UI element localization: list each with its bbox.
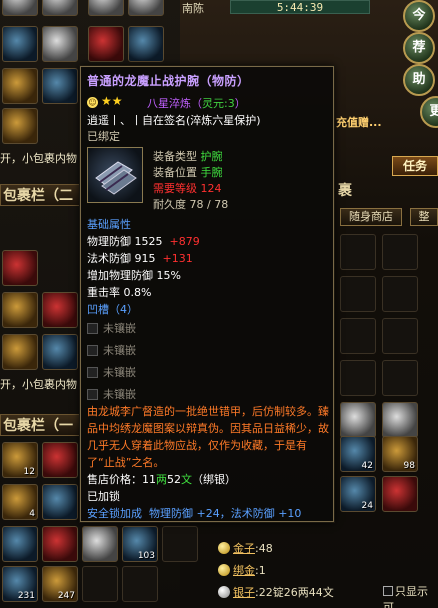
inventory-slot[interactable]	[42, 526, 78, 562]
empty-socket-icon	[87, 345, 98, 356]
inventory-slot[interactable]: 98	[382, 436, 418, 472]
gold-display: 金子:48	[218, 540, 273, 556]
silver-display: 银子:22锭26两44文	[218, 584, 334, 600]
attr-crit-rate: 重击率 0.8%	[87, 286, 152, 299]
socket-slot: 未镶嵌	[87, 364, 136, 380]
inventory-slot[interactable]	[382, 234, 418, 270]
inventory-slot[interactable]	[340, 318, 376, 354]
inventory-slot[interactable]	[2, 334, 38, 370]
inventory-slot[interactable]	[42, 26, 78, 62]
item-description: 由龙城李广督造的一批绝世错甲，后仿制较多。臻品中均绣龙魔图案以辩真伪。因其品日益…	[87, 405, 329, 469]
location-label: 南陈	[182, 2, 204, 15]
inventory-slot[interactable]	[82, 526, 118, 562]
inventory-slot[interactable]	[340, 234, 376, 270]
inventory-slot[interactable]: 12	[2, 442, 38, 478]
sockets-header: 凹槽（4）	[87, 303, 138, 316]
empty-socket-icon	[87, 367, 98, 378]
promo-text[interactable]: 充值赠...	[336, 114, 382, 130]
inventory-slot[interactable]	[88, 0, 124, 16]
right-bag-title: 裹	[338, 183, 352, 199]
inventory-slot[interactable]: 42	[340, 436, 376, 472]
inventory-slot[interactable]	[2, 292, 38, 328]
inventory-slot[interactable]	[42, 442, 78, 478]
bound-status: 已绑定	[87, 130, 120, 143]
inventory-slot[interactable]	[2, 0, 38, 16]
checkbox-icon[interactable]	[383, 586, 393, 596]
bag-title-1: 包裹栏（一	[0, 414, 80, 436]
side-button-today[interactable]: 今	[403, 0, 435, 32]
inventory-slot[interactable]	[128, 0, 164, 16]
silver-coin-icon	[218, 586, 230, 598]
socket-slot: 未镶嵌	[87, 386, 136, 402]
required-level-row: 需要等级 124	[153, 182, 222, 195]
side-button-help[interactable]: 助	[403, 64, 435, 96]
gold-coin-icon	[218, 542, 230, 554]
shop-tab[interactable]: 随身商店	[340, 208, 402, 226]
attr-extra-physical: 增加物理防御 15%	[87, 269, 181, 282]
bracer-item-icon	[87, 147, 143, 203]
inventory-slot[interactable]	[42, 68, 78, 104]
inventory-slot[interactable]	[2, 526, 38, 562]
inventory-slot[interactable]	[382, 276, 418, 312]
smiley-icon: ☺	[87, 97, 98, 108]
inventory-slot[interactable]	[42, 334, 78, 370]
base-attributes-header: 基础属性	[87, 218, 131, 231]
socket-slot: 未镶嵌	[87, 342, 136, 358]
item-name: 普通的龙魔止战护腕（物防）	[87, 74, 250, 88]
inventory-slot[interactable]	[382, 360, 418, 396]
filter-checkbox[interactable]: 只显示可	[383, 583, 438, 608]
inventory-slot[interactable]	[2, 250, 38, 286]
inventory-slot[interactable]	[88, 26, 124, 62]
inventory-slot[interactable]	[340, 360, 376, 396]
socket-slot: 未镶嵌	[87, 320, 136, 336]
item-signature: 逍遥丨、丨自在签名(淬炼六星保护)	[87, 114, 261, 127]
inventory-slot[interactable]	[162, 526, 198, 562]
item-stars: ☺ ★★	[87, 94, 123, 108]
bag-title-2: 包裹栏（二	[0, 184, 80, 206]
attr-physical-defense: 物理防御 1525 +879	[87, 235, 200, 248]
bound-gold-display: 绑金:1	[218, 562, 266, 578]
inventory-slot[interactable]: 247	[42, 566, 78, 602]
refine-level: 八星淬炼（灵元:3）	[147, 97, 246, 110]
inventory-slot[interactable]	[2, 68, 38, 104]
inventory-slot[interactable]: 4	[2, 484, 38, 520]
empty-socket-icon	[87, 323, 98, 334]
empty-socket-icon	[87, 389, 98, 400]
sort-tab[interactable]: 整	[410, 208, 438, 226]
equip-position-row: 装备位置 手腕	[153, 166, 223, 179]
lock-status: 已加锁	[87, 490, 120, 503]
inventory-slot[interactable]	[340, 276, 376, 312]
inventory-slot[interactable]	[42, 484, 78, 520]
inventory-slot[interactable]: 231	[2, 566, 38, 602]
inventory-slot[interactable]	[382, 476, 418, 512]
inventory-slot[interactable]	[128, 26, 164, 62]
inventory-slot[interactable]	[122, 566, 158, 602]
game-clock: 5:44:39	[230, 0, 370, 14]
attr-magic-defense: 法术防御 915 +131	[87, 252, 193, 265]
inventory-slot[interactable]	[2, 26, 38, 62]
inventory-slot[interactable]	[382, 402, 418, 438]
inventory-slot[interactable]: 24	[340, 476, 376, 512]
inventory-slot[interactable]	[42, 0, 78, 16]
inventory-slot[interactable]	[382, 318, 418, 354]
inventory-slot[interactable]	[42, 292, 78, 328]
equip-type-row: 装备类型 护腕	[153, 150, 223, 163]
inventory-slot[interactable]: 103	[122, 526, 158, 562]
inventory-slot[interactable]	[82, 566, 118, 602]
inventory-slot[interactable]	[340, 402, 376, 438]
task-button[interactable]: 任务	[392, 156, 438, 176]
item-tooltip: 普通的龙魔止战护腕（物防） ☺ ★★ 八星淬炼（灵元:3） 逍遥丨、丨自在签名(淬…	[80, 66, 334, 522]
gold-coin-icon	[218, 564, 230, 576]
system-message: 开，小包裹内物	[0, 378, 77, 391]
sell-price-row: 售店价格：11两52文（绑银）	[87, 473, 236, 486]
durability-row: 耐久度 78 / 78	[153, 198, 229, 211]
side-button-recommend[interactable]: 荐	[403, 32, 435, 64]
safety-lock-bonus: 安全锁加成 物理防御 +24，法术防御 +10	[87, 507, 302, 520]
system-message: 开，小包裹内物	[0, 152, 77, 165]
inventory-slot[interactable]	[2, 108, 38, 144]
